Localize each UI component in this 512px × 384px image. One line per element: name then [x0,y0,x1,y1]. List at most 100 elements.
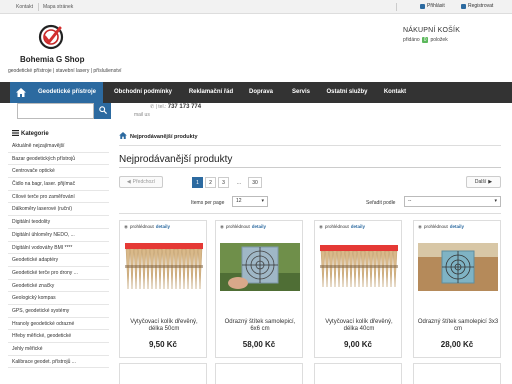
product-card[interactable]: ◉ prohlédnout detaily Odrazný štítek sam… [215,220,303,358]
next-page-button[interactable]: Další ▶ [466,176,501,188]
product-card[interactable]: ◉ prohlédnout detaily Vytyčovací kolík d… [119,220,207,358]
cart-suffix: položek [430,37,448,43]
search-icon [98,106,107,116]
chevron-down-icon: ▾ [494,198,497,204]
category-item[interactable]: Geodetické terče pro drony ... [8,267,109,280]
card-actions: ◉ prohlédnout detaily [315,221,401,232]
register-label: Registrovat [468,3,494,9]
register-link[interactable]: Registrovat [461,3,493,9]
category-item[interactable]: Cílové terče pro zaměřování [8,191,109,204]
category-item[interactable]: Centrovače optické [8,165,109,179]
sort-value: -- [408,198,412,204]
divider [119,145,501,146]
detail-link[interactable]: detaily [252,224,266,229]
category-item[interactable]: Bazar geodetických přístrojů [8,153,109,166]
user-plus-icon [461,3,466,9]
product-image[interactable] [220,243,300,291]
category-list: Aktuálně nejzajímavější Bazar geodetický… [8,140,109,369]
detail-link[interactable]: detaily [351,224,365,229]
category-item[interactable]: Geodetické adaptéry [8,254,109,267]
items-per-page-select[interactable]: 12 ▾ [232,196,268,207]
category-item[interactable]: Jehly měřické [8,343,109,356]
page-button[interactable]: 2 [205,177,216,188]
quick-view-link[interactable]: prohlédnout [130,224,154,229]
category-item[interactable]: Digitální teodolity [8,216,109,229]
top-bar: Kontakt Mapa stránek Přihlásit Registrov… [0,0,512,14]
login-link[interactable]: Přihlásit [420,3,445,9]
quick-view-link[interactable]: prohlédnout [325,224,349,229]
quick-view-link[interactable]: prohlédnout [226,224,250,229]
card-actions: ◉ prohlédnout detaily [414,221,500,232]
page-button[interactable]: 3 [218,177,229,188]
items-per-page-value: 12 [236,198,242,204]
product-card[interactable] [314,363,402,384]
nav-item-geodetic-instruments[interactable]: Geodetické přístroje [31,82,103,103]
category-item[interactable]: Aktuálně nejzajímavější [8,140,109,153]
page-button[interactable]: 1 [192,177,203,188]
eye-icon: ◉ [418,223,422,229]
eye-icon: ◉ [319,223,323,229]
product-image[interactable] [418,243,498,291]
cart-summary[interactable]: přidáno 0 položek [403,37,448,43]
cart-title[interactable]: NÁKUPNÍ KOŠÍK [403,27,460,34]
page-button[interactable]: 30 [248,177,262,188]
page-ellipsis: ... [232,177,246,188]
product-card[interactable] [413,363,501,384]
product-name[interactable]: Odrazný štítek samolepicí 3x3 cm [417,319,499,333]
product-image[interactable] [319,243,399,291]
mail-link[interactable]: mail us [134,112,150,118]
nav-item-terms[interactable]: Obchodní podmínky [105,82,181,103]
sidebar-heading: Kategorie [12,129,109,139]
product-card[interactable] [215,363,303,384]
product-card[interactable]: ◉ prohlédnout detaily Odrazný štítek sam… [413,220,501,358]
category-item[interactable]: Hřeby měřické, geodetické [8,330,109,343]
product-card[interactable] [119,363,207,384]
search-button[interactable] [94,103,111,119]
sort-select[interactable]: -- ▾ [404,196,501,207]
category-item[interactable]: Digitální úhloměry NEDO, ... [8,229,109,242]
nav-item-service[interactable]: Servis [281,82,321,103]
search-input[interactable] [17,103,94,119]
cart-count-badge: 0 [421,37,429,43]
nav-item-contact[interactable]: Kontakt [373,82,417,103]
product-price: 9,00 Kč [343,340,373,349]
previous-page-button[interactable]: ◀ Předchozí [119,176,163,188]
category-item[interactable]: Digitální vodováhy BMI **** [8,242,109,255]
category-item[interactable]: Geodetické značky [8,280,109,293]
phone-icon: ✆ [150,104,155,110]
chevron-down-icon: ▾ [261,198,264,204]
contact-link[interactable]: Kontakt [16,4,33,10]
product-price: 58,00 Kč [242,340,276,349]
product-name[interactable]: Vytyčovací kolík dřevěný, délka 40cm [318,319,400,333]
nav-item-other-services[interactable]: Ostatní služby [321,82,373,103]
eye-icon: ◉ [220,223,224,229]
category-item[interactable]: Geologický kompas [8,292,109,305]
product-price: 9,50 Kč [148,340,178,349]
sort-label: Seřadit podle [366,200,396,206]
category-item[interactable]: Hranoly geodetické odrazné [8,318,109,331]
home-icon[interactable] [10,82,31,103]
shop-name[interactable]: Bohemia G Shop [20,55,84,64]
logo-icon[interactable] [38,24,64,50]
product-image[interactable] [124,243,204,291]
phone-number[interactable]: 737 173 774 [168,104,201,110]
category-item[interactable]: Čidlo na bagr, laser. přijímač [8,178,109,191]
quick-view-link[interactable]: prohlédnout [424,224,448,229]
sidebar-title: Kategorie [21,131,49,137]
category-item[interactable]: GPS, geodetické systémy [8,305,109,318]
nav-item-complaints[interactable]: Reklamační řád [181,82,241,103]
user-icon [420,3,425,9]
sitemap-link[interactable]: Mapa stránek [43,4,73,10]
nav-item-shipping[interactable]: Doprava [241,82,281,103]
category-item[interactable]: Dálkoměry laserové (ruční) [8,203,109,217]
product-card[interactable]: ◉ prohlédnout detaily Vytyčovací kolík d… [314,220,402,358]
detail-link[interactable]: detaily [156,224,170,229]
divider [119,167,501,168]
phone-label: | tel.: [155,104,167,110]
product-name[interactable]: Odrazný štítek samolepicí, 6x6 cm [219,319,301,333]
detail-link[interactable]: detaily [450,224,464,229]
items-per-page-label: Items per page [191,200,225,206]
category-item[interactable]: Kalibrace geodet. přístrojů ... [8,356,109,369]
home-icon[interactable] [119,132,127,141]
product-name[interactable]: Vytyčovací kolík dřevěný, délka 50cm [123,319,205,333]
